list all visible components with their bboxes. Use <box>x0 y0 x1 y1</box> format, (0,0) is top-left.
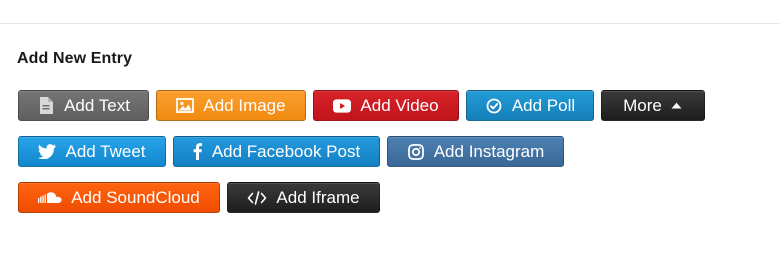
image-icon <box>176 97 195 115</box>
youtube-play-icon <box>333 97 352 115</box>
add-image-label: Add Image <box>203 96 286 115</box>
document-icon <box>37 97 55 115</box>
add-poll-button[interactable]: Add Poll <box>466 90 594 121</box>
check-circle-icon <box>485 97 503 115</box>
add-tweet-button[interactable]: Add Tweet <box>18 136 166 167</box>
add-video-label: Add Video <box>360 96 439 115</box>
add-text-button[interactable]: Add Text <box>18 90 149 121</box>
add-instagram-label: Add Instagram <box>433 142 545 161</box>
section-title: Add New Entry <box>17 50 133 67</box>
twitter-icon <box>38 143 57 161</box>
code-icon <box>247 189 267 207</box>
soundcloud-icon <box>38 189 62 207</box>
add-video-button[interactable]: Add Video <box>313 90 459 121</box>
instagram-icon <box>407 143 425 161</box>
add-iframe-button[interactable]: Add Iframe <box>227 182 380 213</box>
add-text-label: Add Text <box>64 96 130 115</box>
add-image-button[interactable]: Add Image <box>156 90 306 121</box>
add-iframe-label: Add Iframe <box>276 188 360 207</box>
add-soundcloud-button[interactable]: Add SoundCloud <box>18 182 220 213</box>
more-label: More <box>623 96 662 115</box>
add-facebook-post-button[interactable]: Add Facebook Post <box>173 136 380 167</box>
add-soundcloud-label: Add SoundCloud <box>71 188 200 207</box>
caret-up-icon <box>671 97 683 115</box>
facebook-icon <box>193 143 203 161</box>
add-poll-label: Add Poll <box>511 96 576 115</box>
add-tweet-label: Add Tweet <box>65 142 146 161</box>
more-button[interactable]: More <box>601 90 705 121</box>
add-instagram-button[interactable]: Add Instagram <box>387 136 564 167</box>
top-divider <box>0 23 780 24</box>
add-facebook-post-label: Add Facebook Post <box>211 142 361 161</box>
